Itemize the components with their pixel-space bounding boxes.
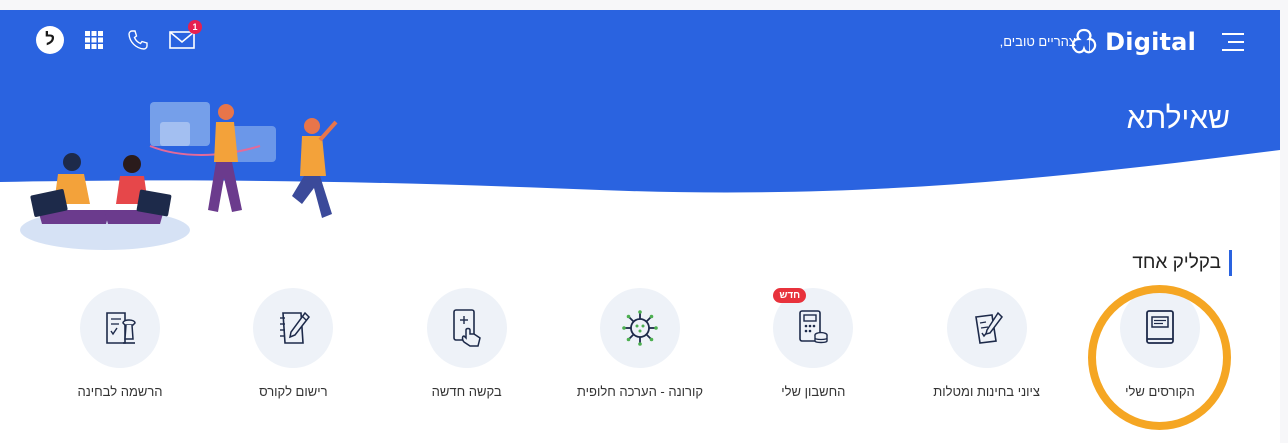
shortcut-circle: [80, 288, 160, 368]
shortcut-label: הרשמה לבחינה: [77, 384, 163, 399]
phone-button[interactable]: [124, 26, 152, 54]
people-illustration: [20, 102, 338, 250]
shortcut-exam-grades[interactable]: ציוני בחינות ומטלות: [907, 288, 1067, 418]
tablet-request-icon: [452, 309, 481, 347]
shortcut-exam-registration[interactable]: הרשמה לבחינה: [40, 288, 200, 418]
book-icon: [1146, 310, 1174, 344]
virus-icon: [622, 310, 658, 346]
greeting-text: צהריים טובים,: [999, 34, 1076, 49]
user-avatar[interactable]: ל: [36, 26, 64, 54]
shortcut-my-account[interactable]: חדש החשבון שלי: [733, 288, 893, 418]
shortcut-corona-assessment[interactable]: קורונה - הערכה חלופית: [560, 288, 720, 418]
shortcut-new-request[interactable]: בקשה חדשה: [387, 288, 547, 418]
phone-icon: [128, 30, 148, 50]
top-actions: ל 1: [36, 20, 202, 54]
account-calculator-icon: [799, 310, 829, 344]
shortcut-circle: [1119, 288, 1200, 368]
shortcut-circle: [426, 288, 507, 368]
page: Digital צהריים טובים, ל 1 שאילתא בקליק א…: [0, 10, 1280, 443]
shortcut-circle: [253, 288, 334, 368]
notebook-pencil-icon: [280, 311, 311, 344]
mail-button[interactable]: 1: [168, 20, 202, 54]
page-title: שאילתא: [1126, 102, 1230, 135]
shortcut-label: הקורסים שלי: [1125, 384, 1195, 399]
mail-badge: 1: [188, 20, 202, 34]
apps-grid-button[interactable]: [80, 26, 108, 54]
shortcut-label: ציוני בחינות ומטלות: [933, 384, 1040, 399]
shortcut-label: בקשה חדשה: [431, 384, 502, 399]
shortcut-label: החשבון שלי: [781, 384, 846, 399]
apps-grid-icon: [85, 31, 103, 49]
shortcut-circle: חדש: [773, 288, 854, 368]
shortcut-label: קורונה - הערכה חלופית: [576, 384, 704, 399]
shortcut-my-courses[interactable]: הקורסים שלי: [1080, 288, 1240, 418]
new-badge: חדש: [773, 288, 807, 303]
shortcut-course-registration[interactable]: רישום לקורס: [213, 288, 373, 418]
quick-links: הקורסים שלי ציוני בחינות ומטלות חדש החשב…: [40, 288, 1240, 418]
shortcut-circle: [599, 288, 680, 368]
exam-registration-icon: [106, 312, 136, 344]
header-divider: [1089, 36, 1090, 52]
shortcut-label: רישום לקורס: [259, 384, 328, 399]
hamburger-menu-icon[interactable]: [1218, 30, 1248, 54]
logo-text: Digital: [1105, 28, 1196, 56]
top-bar: Digital צהריים טובים, ל 1: [0, 10, 1280, 82]
grades-icon: [974, 311, 1003, 344]
shortcut-circle: [946, 288, 1027, 368]
section-title: בקליק אחד: [1132, 250, 1232, 276]
